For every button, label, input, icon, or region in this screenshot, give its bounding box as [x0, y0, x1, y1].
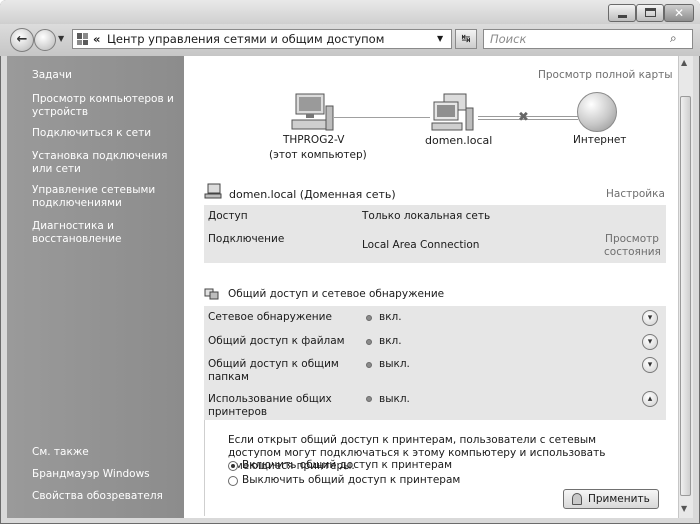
expand-chevron-icon[interactable]: ▾ — [642, 334, 658, 350]
address-dropdown-icon[interactable]: ▼ — [437, 30, 443, 48]
sharing-row-value: выкл. — [379, 393, 410, 405]
sidebar-see-also-title: См. также — [32, 446, 89, 458]
status-dot-icon — [366, 362, 372, 368]
address-bar[interactable]: « Центр управления сетями и общим доступ… — [72, 29, 452, 49]
sidebar-item-manage-connections[interactable]: Управление сетевыми подключениями — [32, 184, 177, 210]
link-line-computer-domain — [334, 117, 430, 118]
sharing-icon — [204, 286, 220, 300]
search-input[interactable]: Поиск ⌕ — [483, 29, 693, 49]
printer-sharing-on-label[interactable]: Включить общий доступ к принтерам — [242, 459, 452, 471]
apply-button[interactable]: Применить — [563, 489, 659, 509]
connection-value: Local Area Connection — [362, 239, 480, 251]
network-title: domen.local (Доменная сеть) — [229, 188, 396, 201]
disconnected-x-icon: ✖ — [518, 110, 529, 125]
back-button[interactable]: ← — [10, 28, 34, 52]
printer-sharing-on-radio[interactable] — [228, 461, 238, 471]
refresh-icon: ↹ — [461, 32, 471, 45]
status-dot-icon — [366, 339, 372, 345]
scrollbar-thumb[interactable] — [680, 96, 691, 496]
apply-button-label: Применить — [588, 493, 650, 505]
computer-name: THPROG2-V — [283, 134, 345, 146]
internet-label: Интернет — [573, 134, 627, 146]
customize-link[interactable]: Настройка — [606, 188, 665, 200]
printer-sharing-off-radio[interactable] — [228, 476, 238, 486]
minimize-button[interactable] — [608, 4, 636, 22]
back-arrow-icon: ← — [16, 32, 28, 47]
domain-network-icon — [430, 92, 476, 132]
forward-arrow-icon — [35, 30, 55, 50]
scroll-down-icon[interactable]: ▼ — [681, 504, 687, 513]
network-icon — [204, 183, 224, 199]
sharing-row-label: Общий доступ к файлам — [208, 335, 345, 347]
control-panel-icon — [77, 33, 89, 45]
domain-name: domen.local — [425, 134, 493, 147]
title-bar — [0, 0, 700, 24]
vertical-scrollbar[interactable]: ▲ ▼ — [678, 56, 693, 518]
sidebar-item-connect-network[interactable]: Подключиться к сети — [32, 127, 177, 140]
view-full-map-link[interactable]: Просмотр полной карты — [538, 69, 673, 81]
recent-pages-dropdown[interactable]: ▼ — [58, 34, 64, 43]
printer-sharing-off-label[interactable]: Выключить общий доступ к принтерам — [242, 474, 460, 486]
status-dot-icon — [366, 315, 372, 321]
sharing-row-label: Общий доступ к общим папкам — [208, 358, 339, 383]
maximize-button[interactable] — [636, 4, 664, 22]
expand-chevron-icon[interactable]: ▾ — [642, 357, 658, 373]
forward-button[interactable] — [34, 29, 56, 51]
view-status-link[interactable]: Просмотр состояния — [604, 233, 661, 259]
radio-selected-dot — [231, 464, 235, 468]
address-text: Центр управления сетями и общим доступом — [107, 32, 385, 46]
refresh-button[interactable]: ↹ — [455, 29, 477, 49]
internet-globe-icon — [577, 92, 617, 132]
sharing-row-value: выкл. — [379, 358, 410, 370]
scroll-up-icon[interactable]: ▲ — [681, 58, 687, 67]
address-arrows: « — [93, 32, 101, 46]
sidebar-item-setup-connection[interactable]: Установка подключения или сети — [32, 150, 177, 176]
expand-chevron-icon[interactable]: ▾ — [642, 310, 658, 326]
search-placeholder: Поиск — [490, 32, 527, 46]
sharing-row-value: вкл. — [379, 311, 402, 323]
sidebar-item-view-computers[interactable]: Просмотр компьютеров и устройств — [32, 93, 177, 119]
access-value: Только локальная сеть — [362, 210, 491, 222]
shield-icon — [572, 493, 582, 505]
sharing-row-value: вкл. — [379, 335, 402, 347]
connection-label: Подключение — [208, 233, 285, 245]
search-icon[interactable]: ⌕ — [670, 29, 677, 47]
computer-subtitle: (этот компьютер) — [269, 149, 367, 161]
collapse-chevron-icon[interactable]: ▴ — [642, 391, 658, 407]
computer-icon — [290, 92, 334, 132]
minimize-icon — [618, 15, 627, 18]
sharing-title: Общий доступ и сетевое обнаружение — [228, 288, 445, 300]
sidebar-tasks-title: Задачи — [32, 69, 72, 81]
maximize-icon — [645, 8, 656, 17]
access-label: Доступ — [208, 210, 248, 222]
close-icon: ✕ — [673, 6, 685, 20]
close-button[interactable]: ✕ — [664, 4, 694, 22]
status-dot-icon — [366, 396, 372, 402]
sharing-row-label: Использование общих принтеров — [208, 393, 332, 418]
sidebar-item-diagnose[interactable]: Диагностика и восстановление — [32, 220, 177, 246]
sharing-row-label: Сетевое обнаружение — [208, 311, 332, 323]
sidebar-item-internet-options[interactable]: Свойства обозревателя — [32, 490, 177, 503]
sidebar-item-firewall[interactable]: Брандмауэр Windows — [32, 468, 177, 481]
